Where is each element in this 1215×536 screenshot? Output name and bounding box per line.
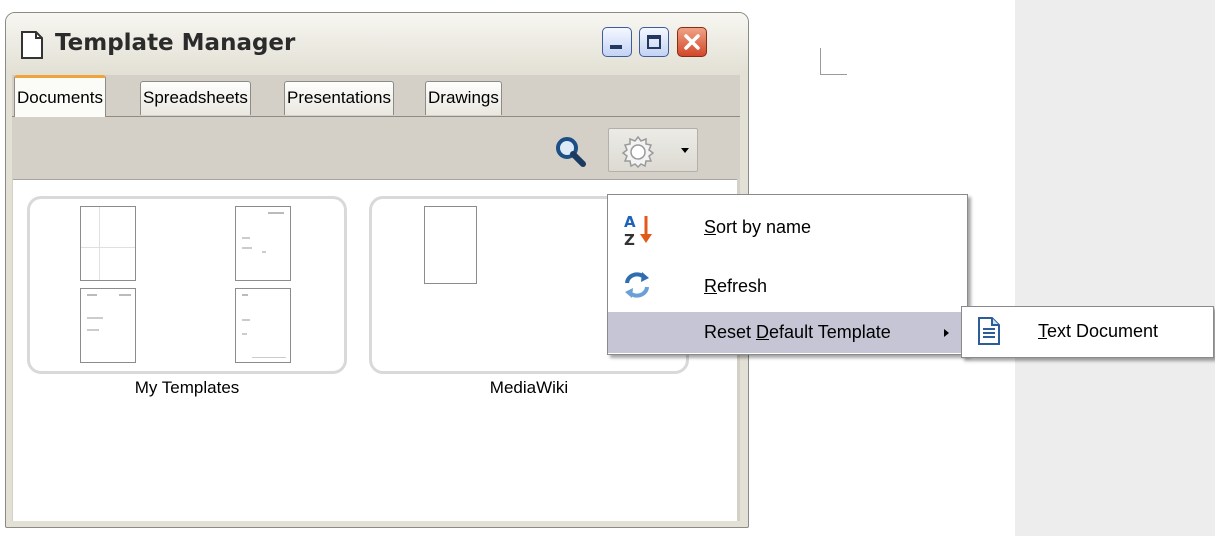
template-thumbnail [235,288,291,363]
search-button[interactable] [554,135,588,169]
submenu-arrow-icon [944,329,949,337]
menu-item-label: Refresh [704,276,768,296]
template-thumbnail [80,288,136,363]
menu-item-refresh[interactable]: Refresh [608,262,967,312]
tab-presentations[interactable]: Presentations [284,81,394,115]
menu-item-reset-default-template[interactable]: Reset Default Template [608,312,967,353]
menu-item-label: Reset Default Template [704,322,891,342]
minimize-icon [610,45,622,49]
refresh-icon [622,271,652,304]
tab-drawings[interactable]: Drawings [425,81,502,115]
search-icon [556,137,586,167]
menu-item-sort-by-name[interactable]: A Z Sort by name [608,203,967,253]
action-menu-button[interactable] [608,128,698,172]
svg-text:Z: Z [624,231,635,248]
gear-icon [621,135,655,169]
menu-item-label: Text Document [1038,321,1159,341]
reset-default-template-submenu: Text Document [961,306,1214,358]
maximize-button[interactable] [639,27,669,57]
window-title: Template Manager [55,30,296,56]
folder-label: My Templates [134,378,240,397]
title-bar[interactable]: Template Manager [6,13,748,75]
action-context-menu: A Z Sort by name Refresh Reset Default T… [607,194,968,355]
document-icon [20,31,44,64]
close-button[interactable] [677,27,707,57]
tab-documents[interactable]: Documents [14,75,106,117]
folder-my-templates[interactable] [27,196,347,374]
submenu-item-text-document[interactable]: Text Document [962,307,1213,357]
minimize-button[interactable] [602,27,632,57]
background-side-panel [1015,0,1215,536]
template-thumbnail [424,206,477,284]
page-corner-marker [820,48,847,75]
maximize-icon [647,35,661,49]
dropdown-arrow-icon [681,148,689,153]
menu-item-label: Sort by name [704,217,812,237]
close-icon [684,34,700,50]
folder-label: MediaWiki [489,378,569,397]
tab-bar: Documents Spreadsheets Presentations Dra… [12,75,740,117]
svg-text:A: A [624,213,636,231]
toolbar [12,117,738,179]
sort-az-icon: A Z [622,212,656,253]
tab-spreadsheets[interactable]: Spreadsheets [140,81,251,115]
text-document-icon [978,317,1000,350]
template-thumbnail [235,206,291,281]
template-thumbnail [80,206,136,281]
